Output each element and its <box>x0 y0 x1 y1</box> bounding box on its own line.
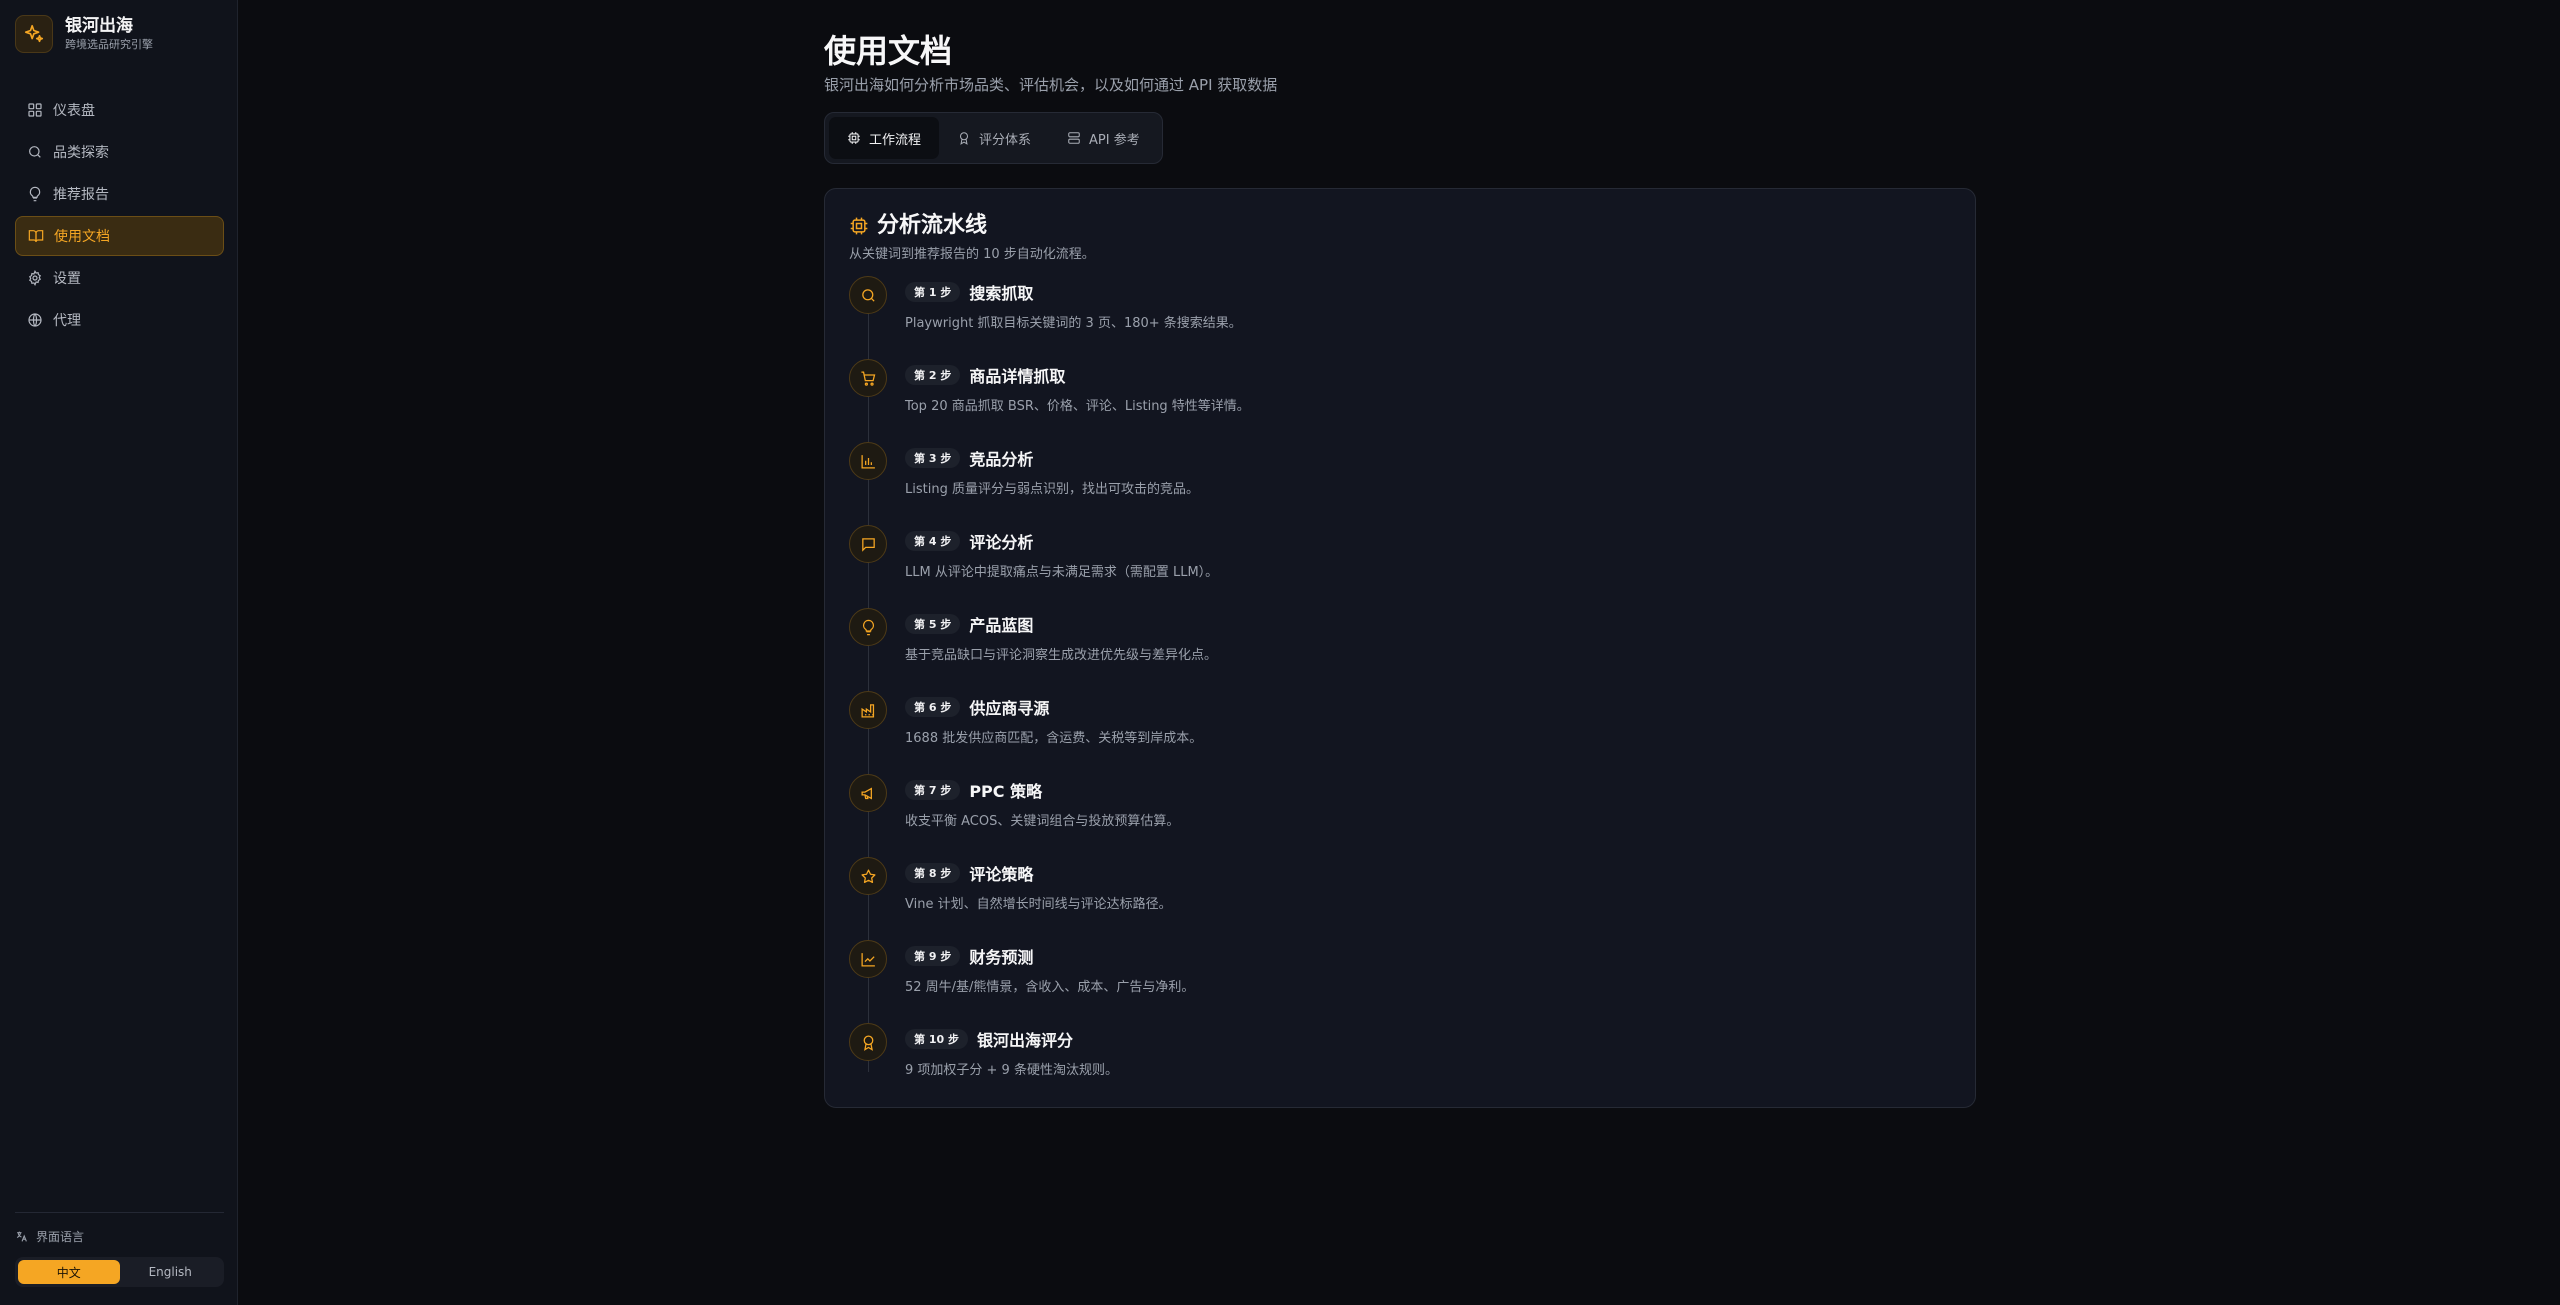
sidebar-nav: 仪表盘 品类探索 推荐报告 使用文档 设置 代理 <box>15 90 224 342</box>
sidebar: 银河出海 跨境选品研究引擎 仪表盘 品类探索 推荐报告 使用文档 设置 代理 界… <box>0 0 238 1305</box>
globe-icon <box>28 313 42 327</box>
line-chart-icon <box>860 952 875 967</box>
step-desc: Listing 质量评分与弱点识别，找出可攻击的竞品。 <box>905 482 1199 497</box>
step-desc: 基于竞品缺口与评论洞察生成改进优先级与差异化点。 <box>905 648 1218 663</box>
step-badge: 第 1 步 <box>905 282 961 302</box>
step-badge: 第 4 步 <box>905 531 961 551</box>
step-desc: 收支平衡 ACOS、关键词组合与投放预算估算。 <box>905 814 1180 829</box>
pipeline-timeline: 第 1 步搜索抓取 Playwright 抓取目标关键词的 3 页、180+ 条… <box>849 276 1951 1106</box>
pipeline-step-8: 第 8 步评论策略 Vine 计划、自然增长时间线与评论达标路径。 <box>849 857 1951 940</box>
pipeline-title: 分析流水线 <box>877 213 988 238</box>
step-badge: 第 10 步 <box>905 1029 968 1049</box>
sidebar-item-label: 仪表盘 <box>53 103 95 119</box>
pipeline-step-2: 第 2 步商品详情抓取 Top 20 商品抓取 BSR、价格、评论、Listin… <box>849 359 1951 442</box>
language-option-zh[interactable]: 中文 <box>18 1260 120 1284</box>
sidebar-item-label: 推荐报告 <box>53 187 109 203</box>
step-title: 财务预测 <box>969 948 1034 967</box>
sidebar-item-explore[interactable]: 品类探索 <box>15 132 224 172</box>
sidebar-item-settings[interactable]: 设置 <box>15 258 224 298</box>
brand[interactable]: 银河出海 跨境选品研究引擎 <box>15 15 153 53</box>
pipeline-subtitle: 从关键词到推荐报告的 10 步自动化流程。 <box>849 247 1095 262</box>
megaphone-icon <box>860 786 872 800</box>
step-desc: Vine 计划、自然增长时间线与评论达标路径。 <box>905 897 1172 912</box>
tab-api[interactable]: API 参考 <box>1049 117 1158 159</box>
page-subtitle: 银河出海如何分析市场品类、评估机会，以及如何通过 API 获取数据 <box>824 76 1278 94</box>
sidebar-item-label: 使用文档 <box>54 229 110 245</box>
bar-chart-icon <box>860 454 875 469</box>
cpu-icon <box>850 217 868 235</box>
step-desc: 52 周牛/基/熊情景，含收入、成本、广告与净利。 <box>905 980 1195 995</box>
step-title: 搜索抓取 <box>969 284 1034 303</box>
pipeline-card: 分析流水线 从关键词到推荐报告的 10 步自动化流程。 第 1 步搜索抓取 Pl… <box>824 188 1976 1108</box>
sidebar-item-proxy[interactable]: 代理 <box>15 300 224 340</box>
step-title: 产品蓝图 <box>969 616 1034 635</box>
language-option-en[interactable]: English <box>120 1260 222 1284</box>
step-title: 评论策略 <box>969 865 1034 884</box>
cpu-icon <box>848 132 860 144</box>
translate-icon <box>16 1231 27 1242</box>
book-icon <box>28 230 44 243</box>
server-icon <box>1068 132 1080 144</box>
step-badge: 第 5 步 <box>905 614 961 634</box>
step-badge: 第 6 步 <box>905 697 961 717</box>
cart-icon <box>860 370 875 386</box>
brand-subtitle: 跨境选品研究引擎 <box>65 38 153 51</box>
step-title: 竞品分析 <box>969 450 1034 469</box>
tab-workflow[interactable]: 工作流程 <box>829 117 940 159</box>
sidebar-item-label: 设置 <box>53 271 81 287</box>
award-icon <box>863 1034 873 1051</box>
step-title: PPC 策略 <box>969 782 1043 801</box>
step-desc: Playwright 抓取目标关键词的 3 页、180+ 条搜索结果。 <box>905 316 1242 331</box>
language-label: 界面语言 <box>15 1227 224 1245</box>
pipeline-step-5: 第 5 步产品蓝图 基于竞品缺口与评论洞察生成改进优先级与差异化点。 <box>849 608 1951 691</box>
step-badge: 第 7 步 <box>905 780 961 800</box>
step-title: 供应商寻源 <box>969 699 1050 718</box>
pipeline-step-7: 第 7 步 PPC 策略 收支平衡 ACOS、关键词组合与投放预算估算。 <box>849 774 1951 857</box>
sidebar-item-docs[interactable]: 使用文档 <box>15 216 224 256</box>
step-badge: 第 3 步 <box>905 448 961 468</box>
doc-tabs: 工作流程 评分体系 API 参考 <box>824 112 1163 164</box>
award-icon <box>959 132 969 145</box>
dashboard-icon <box>28 103 42 117</box>
pipeline-step-1: 第 1 步搜索抓取 Playwright 抓取目标关键词的 3 页、180+ 条… <box>849 276 1951 359</box>
main-content: 使用文档 银河出海如何分析市场品类、评估机会，以及如何通过 API 获取数据 工… <box>824 30 1976 1108</box>
search-icon <box>861 288 875 302</box>
pipeline-step-6: 第 6 步供应商寻源 1688 批发供应商匹配，含运费、关税等到岸成本。 <box>849 691 1951 774</box>
pipeline-step-3: 第 3 步竞品分析 Listing 质量评分与弱点识别，找出可攻击的竞品。 <box>849 442 1951 525</box>
step-desc: 1688 批发供应商匹配，含运费、关税等到岸成本。 <box>905 731 1203 746</box>
step-badge: 第 2 步 <box>905 365 961 385</box>
sidebar-item-label: 品类探索 <box>53 145 109 161</box>
message-icon <box>861 537 875 552</box>
step-badge: 第 9 步 <box>905 946 961 966</box>
pipeline-step-10: 第 10 步银河出海评分 9 项加权子分 + 9 条硬性淘汰规则。 <box>849 1023 1951 1106</box>
lightbulb-icon <box>862 619 874 635</box>
step-title: 银河出海评分 <box>976 1031 1073 1050</box>
page-title: 使用文档 <box>824 32 953 70</box>
step-title: 商品详情抓取 <box>969 367 1066 386</box>
sidebar-item-dashboard[interactable]: 仪表盘 <box>15 90 224 130</box>
sparkles-icon <box>15 15 53 53</box>
pipeline-step-9: 第 9 步财务预测 52 周牛/基/熊情景，含收入、成本、广告与净利。 <box>849 940 1951 1023</box>
sidebar-item-reports[interactable]: 推荐报告 <box>15 174 224 214</box>
gear-icon <box>29 270 41 286</box>
star-icon <box>860 868 876 883</box>
tab-scoring[interactable]: 评分体系 <box>939 117 1049 159</box>
step-badge: 第 8 步 <box>905 863 961 883</box>
step-desc: Top 20 商品抓取 BSR、价格、评论、Listing 特性等详情。 <box>905 399 1250 414</box>
step-desc: LLM 从评论中提取痛点与未满足需求（需配置 LLM）。 <box>905 565 1219 580</box>
step-desc: 9 项加权子分 + 9 条硬性淘汰规则。 <box>905 1063 1118 1078</box>
search-icon <box>29 146 41 158</box>
step-title: 评论分析 <box>969 533 1034 552</box>
language-section: 界面语言 中文 English <box>15 1212 224 1287</box>
brand-name: 银河出海 <box>65 16 133 36</box>
pipeline-step-4: 第 4 步评论分析 LLM 从评论中提取痛点与未满足需求（需配置 LLM）。 <box>849 525 1951 608</box>
lightbulb-icon <box>29 186 41 202</box>
language-switch: 中文 English <box>15 1257 224 1287</box>
sidebar-item-label: 代理 <box>53 313 81 329</box>
factory-icon <box>860 703 874 718</box>
